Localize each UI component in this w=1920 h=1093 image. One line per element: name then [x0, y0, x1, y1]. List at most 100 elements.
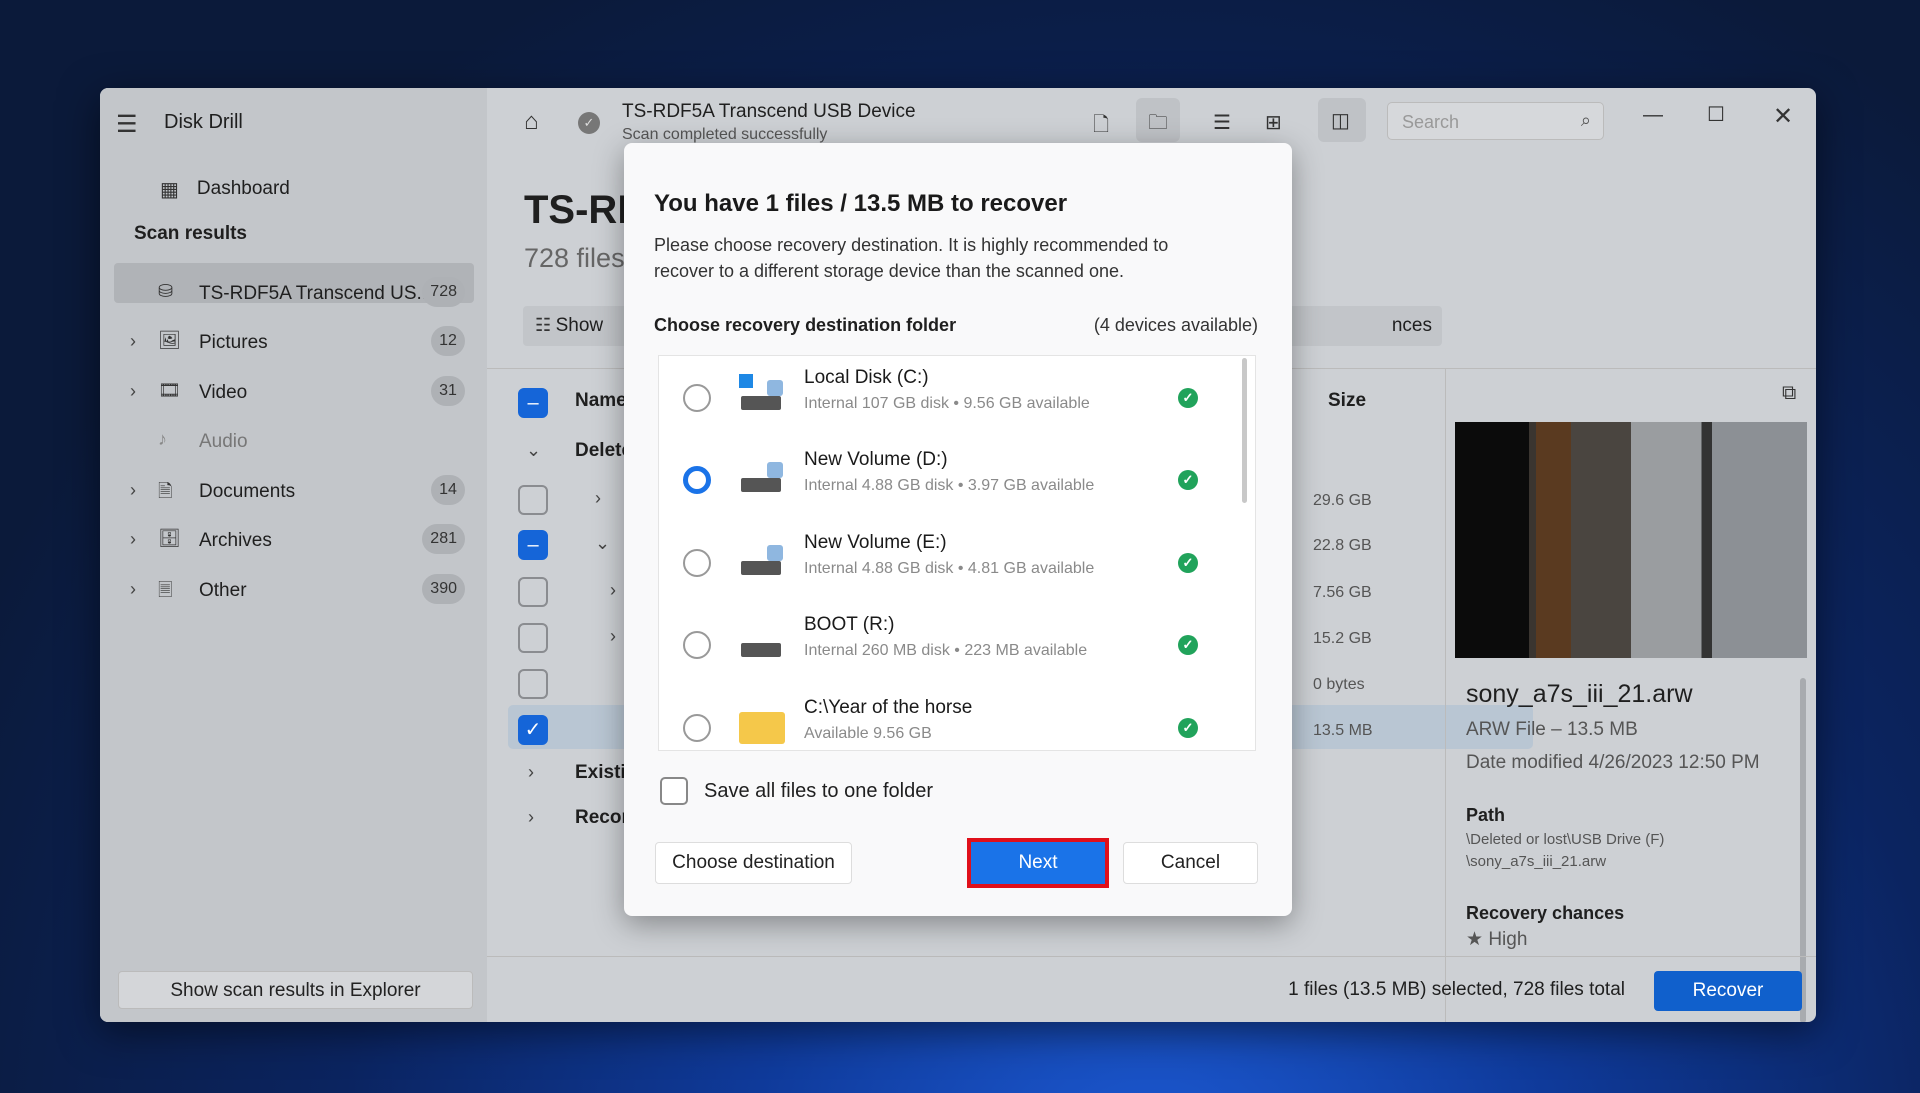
check-circle-icon: ✓ — [1178, 635, 1198, 655]
destination-radio[interactable] — [683, 384, 711, 412]
lock-icon — [767, 380, 783, 396]
preview-scrollbar[interactable] — [1800, 678, 1806, 1022]
preview-type: ARW File – 13.5 MB — [1466, 719, 1638, 740]
recovery-chances-button[interactable]: nces — [1280, 306, 1442, 346]
preview-image — [1455, 422, 1807, 658]
grid-view-icon[interactable]: ⊞ — [1265, 110, 1282, 135]
scan-status: Scan completed successfully — [622, 126, 828, 143]
chevron-right-icon[interactable]: › — [610, 580, 616, 601]
panel-icon: ◫ — [1331, 110, 1350, 132]
sidebar-dashboard[interactable]: ▦ Dashboard — [160, 172, 290, 206]
show-in-explorer-button[interactable]: Show scan results in Explorer — [118, 971, 473, 1009]
next-button[interactable]: Next — [967, 838, 1109, 888]
maximize-icon[interactable]: ☐ — [1707, 102, 1725, 127]
windows-icon — [739, 374, 753, 388]
file-view-icon[interactable]: 🗋 — [1093, 110, 1109, 144]
checkbox-box[interactable] — [660, 777, 688, 805]
count-badge: 14 — [431, 475, 465, 505]
open-external-icon[interactable]: ⧉ — [1782, 382, 1796, 405]
sidebar-item-label: Archives — [199, 530, 272, 551]
choose-folder-label: Choose recovery destination folder — [654, 315, 957, 335]
destination-detail: Available 9.56 GB — [804, 725, 932, 742]
lock-icon — [767, 545, 783, 561]
menu-icon[interactable]: ☰ — [116, 110, 138, 139]
row-checkbox[interactable] — [518, 623, 548, 653]
minimize-icon[interactable]: — — [1643, 104, 1663, 127]
destination-detail: Internal 107 GB disk • 9.56 GB available — [804, 395, 1090, 412]
destination-radio[interactable] — [683, 714, 711, 742]
row-size: 22.8 GB — [1313, 537, 1372, 554]
row-checkbox[interactable]: ✓ — [518, 715, 548, 745]
count-badge: 728 — [422, 277, 465, 307]
dialog-desc-1: Please choose recovery destination. It i… — [654, 235, 1169, 255]
home-icon[interactable]: ⌂ — [524, 108, 539, 136]
film-icon: 🎞 — [158, 380, 181, 400]
recover-button[interactable]: Recover — [1654, 971, 1802, 1011]
row-checkbox[interactable]: – — [518, 530, 548, 560]
list-view-icon[interactable]: ☰ — [1213, 110, 1231, 135]
column-name[interactable]: Name — [575, 390, 627, 412]
choose-destination-button[interactable]: Choose destination — [655, 842, 852, 884]
chevron-right-icon[interactable]: › — [528, 807, 534, 828]
close-icon[interactable]: ✕ — [1773, 102, 1793, 131]
check-circle-icon: ✓ — [1178, 388, 1198, 408]
search-input[interactable]: Search ⌕ — [1387, 102, 1604, 140]
sidebar: ☰ Disk Drill ▦ Dashboard Scan results ⛁ TS… — [100, 88, 487, 1022]
check-circle-icon: ✓ — [1178, 470, 1198, 490]
music-icon: ♪ — [158, 429, 167, 449]
drive-icon: ⛁ — [158, 281, 174, 301]
save-one-folder-checkbox[interactable]: Save all files to one folder — [660, 777, 933, 805]
chevron-right-icon[interactable]: › — [130, 480, 136, 501]
cancel-button[interactable]: Cancel — [1123, 842, 1258, 884]
folder-view-button[interactable]: 🗀 — [1136, 98, 1180, 142]
destination-radio[interactable] — [683, 466, 711, 494]
sidebar-item-label: Documents — [199, 481, 296, 502]
image-icon: 🖼 — [158, 330, 181, 350]
row-checkbox[interactable] — [518, 485, 548, 515]
scan-complete-icon: ✓ — [578, 112, 600, 134]
preview-date: Date modified 4/26/2023 12:50 PM — [1466, 752, 1760, 773]
chevron-right-icon[interactable]: › — [610, 626, 616, 647]
destination-radio[interactable] — [683, 549, 711, 577]
document-icon: 🗎 — [158, 481, 173, 501]
filter-icon: ☷ — [535, 315, 552, 335]
sidebar-item-label: TS-RDF5A Transcend US... — [199, 283, 433, 304]
chevron-down-icon[interactable]: ⌄ — [526, 440, 541, 461]
row-checkbox[interactable] — [518, 669, 548, 699]
destination-list: Local Disk (C:) Internal 107 GB disk • 9… — [658, 355, 1256, 751]
row-size: 15.2 GB — [1313, 630, 1372, 647]
row-checkbox[interactable] — [518, 577, 548, 607]
chevron-right-icon[interactable]: › — [130, 529, 136, 550]
recovery-chances-value: ★ High — [1466, 928, 1527, 951]
destination-radio[interactable] — [683, 631, 711, 659]
disk-icon — [741, 396, 781, 410]
row-size: 0 bytes — [1313, 676, 1365, 693]
list-scrollbar[interactable] — [1242, 358, 1247, 503]
search-placeholder: Search — [1402, 112, 1460, 132]
folder-icon — [739, 712, 785, 744]
preview-pane-button[interactable]: ◫ — [1318, 98, 1366, 142]
scan-results-heading: Scan results — [134, 223, 247, 244]
star-icon: ★ — [1466, 929, 1484, 950]
chevron-right-icon[interactable]: › — [130, 579, 136, 600]
chevron-down-icon[interactable]: ⌄ — [595, 533, 610, 554]
path-line-2: \sony_a7s_iii_21.arw — [1466, 853, 1607, 870]
destination-name: Local Disk (C:) — [804, 367, 929, 388]
check-circle-icon: ✓ — [1178, 553, 1198, 573]
chevron-right-icon[interactable]: › — [130, 331, 136, 352]
destination-name: New Volume (E:) — [804, 532, 947, 553]
chevron-right-icon[interactable]: › — [130, 381, 136, 402]
destination-name: BOOT (R:) — [804, 614, 895, 635]
chevron-right-icon[interactable]: › — [595, 488, 601, 509]
show-filter-button[interactable]: ☷ Show — [523, 306, 633, 346]
folder-icon: 🗀 — [1148, 112, 1168, 134]
select-all-checkbox[interactable]: – — [518, 388, 548, 418]
archive-icon: 🗄 — [158, 528, 181, 548]
preview-filename: sony_a7s_iii_21.arw — [1466, 680, 1693, 708]
column-size[interactable]: Size — [1328, 390, 1366, 412]
chevron-right-icon[interactable]: › — [528, 762, 534, 783]
devices-available: (4 devices available) — [1093, 315, 1258, 335]
count-badge: 31 — [431, 376, 465, 406]
file-icon: 🗏 — [158, 580, 173, 600]
destination-detail: Internal 260 MB disk • 223 MB available — [804, 642, 1088, 659]
